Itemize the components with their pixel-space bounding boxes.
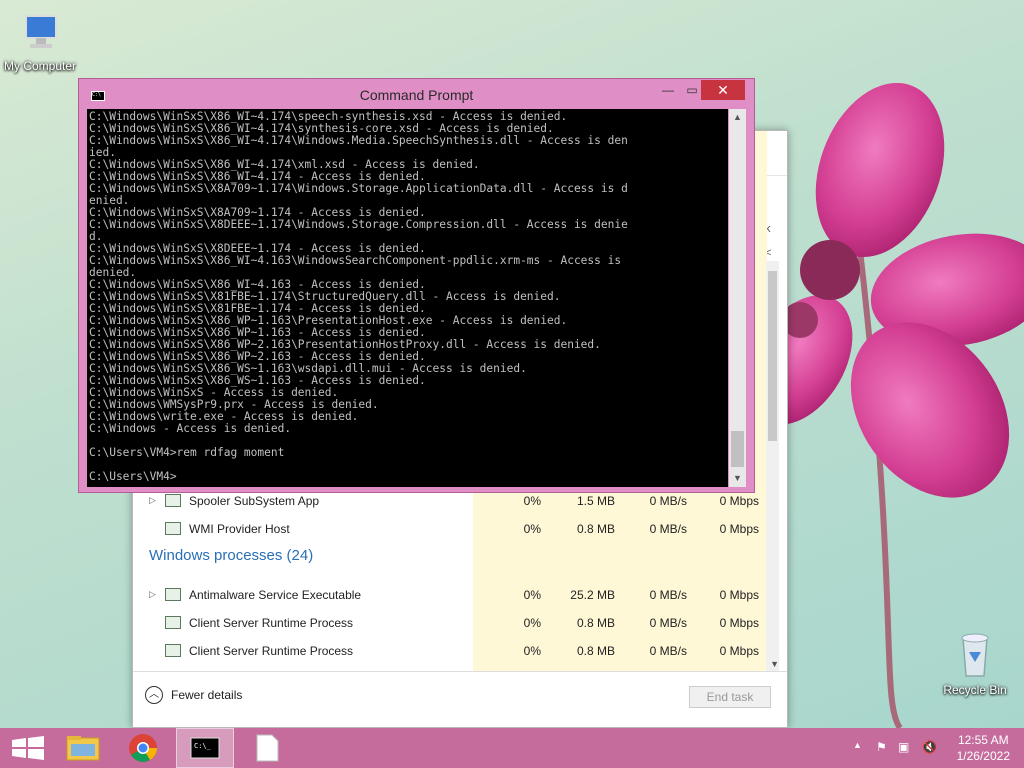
action-center-flag-icon[interactable]: ⚑ [876, 740, 887, 754]
process-icon [165, 588, 181, 601]
console-line: C:\Windows - Access is denied. [89, 422, 292, 435]
computer-icon [25, 15, 57, 48]
process-net: 0 Mbps [719, 644, 759, 658]
document-icon [256, 734, 279, 762]
scroll-down-icon[interactable]: ▼ [729, 470, 746, 487]
svg-text:C:\_: C:\_ [194, 742, 212, 750]
process-mem: 1.5 MB [576, 494, 615, 508]
folder-icon [66, 736, 100, 761]
tm-scroll-down-icon[interactable]: ▼ [770, 659, 779, 669]
start-button[interactable] [0, 728, 58, 768]
clock-time: 12:55 AM [957, 733, 1009, 747]
process-net: 0 Mbps [719, 616, 759, 630]
console-output[interactable]: C:\Windows\WinSxS\X86_WI~4.174\speech-sy… [87, 109, 728, 487]
expand-icon[interactable]: ▷ [149, 589, 156, 600]
volume-muted-icon[interactable]: 🔇 [922, 740, 937, 754]
cmd-title: Command Prompt [359, 87, 474, 103]
taskbar-chrome[interactable] [114, 728, 172, 768]
clock-date: 1/26/2022 [956, 749, 1010, 763]
process-mem: 0.8 MB [576, 522, 615, 536]
cmd-icon: C:\_ [190, 737, 220, 759]
process-disk: 0 MB/s [649, 644, 687, 658]
process-name: Client Server Runtime Process [189, 616, 354, 630]
scroll-up-icon[interactable]: ▲ [729, 109, 746, 126]
tm-footer: ︿ Fewer details End task [133, 671, 787, 727]
process-disk: 0 MB/s [649, 588, 687, 602]
process-icon [165, 616, 181, 629]
windows-processes-group[interactable]: Windows processes (24) [149, 547, 313, 564]
process-icon [165, 644, 181, 657]
process-row[interactable]: ▷ Antimalware Service Executable 0% 25.2 MB… [133, 581, 767, 609]
process-name: Antimalware Service Executable [189, 588, 362, 602]
process-disk: 0 MB/s [649, 494, 687, 508]
process-name: Client Server Runtime Process [189, 644, 354, 658]
console-lines: C:\Windows\WinSxS\X86_WI~4.174\speech-sy… [89, 111, 628, 483]
recycle-bin-icon[interactable]: Recycle Bin [935, 630, 1015, 697]
console-line: C:\Users\VM4>rem rdfag moment [89, 446, 285, 459]
console-line: C:\Windows\WinSxS\X86_WI~4.163\WindowsSe… [89, 254, 622, 267]
console-line: C:\Users\VM4> [89, 470, 177, 483]
process-name: Spooler SubSystem App [189, 494, 320, 508]
console-line: C:\Windows\WinSxS\X8DEEE~1.174\Windows.S… [89, 218, 628, 231]
windows-logo-icon [12, 736, 44, 760]
process-cpu: 0% [523, 588, 541, 602]
minimize-icon[interactable]: — [655, 80, 681, 100]
clock[interactable]: 12:55 AM 1/26/2022 [957, 732, 1010, 764]
taskbar-command-prompt[interactable]: C:\_ [176, 728, 234, 768]
process-icon [165, 494, 181, 507]
expand-icon[interactable]: ▷ [149, 495, 156, 506]
process-cpu: 0% [523, 494, 541, 508]
show-hidden-icons[interactable]: ▲ [853, 740, 862, 750]
process-net: 0 Mbps [719, 494, 759, 508]
fewer-details-label: Fewer details [171, 688, 243, 702]
tm-scrollbar[interactable] [766, 261, 779, 673]
process-row[interactable]: Client Server Runtime Process 0% 0.8 MB 0 M… [133, 609, 767, 637]
close-icon[interactable]: ✕ [701, 80, 745, 100]
recycle-bin-label: Recycle Bin [943, 683, 1007, 697]
process-net: 0 Mbps [719, 588, 759, 602]
cmd-scrollbar[interactable]: ▲ ▼ [729, 109, 746, 487]
process-disk: 0 MB/s [649, 616, 687, 630]
my-computer-label: My Computer [3, 59, 77, 73]
process-icon [165, 522, 181, 535]
process-row[interactable]: Client Server Runtime Process 0% 0.8 MB 0 M… [133, 637, 767, 665]
process-mem: 0.8 MB [576, 616, 615, 630]
chevron-up-icon: ︿ [145, 686, 163, 704]
network-icon[interactable]: ▣ [898, 740, 909, 754]
cmd-scroll-thumb[interactable] [731, 431, 744, 467]
chrome-icon [129, 734, 157, 762]
process-mem: 25.2 MB [570, 588, 615, 602]
end-task-button[interactable]: End task [689, 686, 771, 708]
my-computer-icon[interactable]: My Computer [0, 10, 80, 73]
tm-scroll-thumb[interactable] [768, 271, 777, 441]
process-cpu: 0% [523, 644, 541, 658]
taskbar-blank-document[interactable] [238, 728, 296, 768]
fewer-details-button[interactable]: ︿ Fewer details [145, 686, 242, 704]
console-line: C:\Windows\WinSxS\X86_WI~4.174\Windows.M… [89, 134, 628, 147]
process-net: 0 Mbps [719, 522, 759, 536]
trash-icon [961, 633, 989, 677]
process-disk: 0 MB/s [649, 522, 687, 536]
process-cpu: 0% [523, 616, 541, 630]
cmd-titlebar[interactable]: C:\ Command Prompt — ▭ ✕ [79, 79, 754, 109]
taskbar: C:\_ ▲ ⚑ ▣ 🔇 12:55 AM 1/26/2022 [0, 728, 1024, 768]
process-name: WMI Provider Host [189, 522, 290, 536]
process-cpu: 0% [523, 522, 541, 536]
taskbar-file-explorer[interactable] [54, 728, 112, 768]
console-line: C:\Windows\WinSxS\X8A709~1.174\Windows.S… [89, 182, 628, 195]
process-mem: 0.8 MB [576, 644, 615, 658]
command-prompt-window[interactable]: C:\ Command Prompt — ▭ ✕ C:\Windows\WinS… [78, 78, 755, 493]
process-row[interactable]: WMI Provider Host 0% 0.8 MB 0 MB/s 0 Mbps [133, 515, 767, 543]
